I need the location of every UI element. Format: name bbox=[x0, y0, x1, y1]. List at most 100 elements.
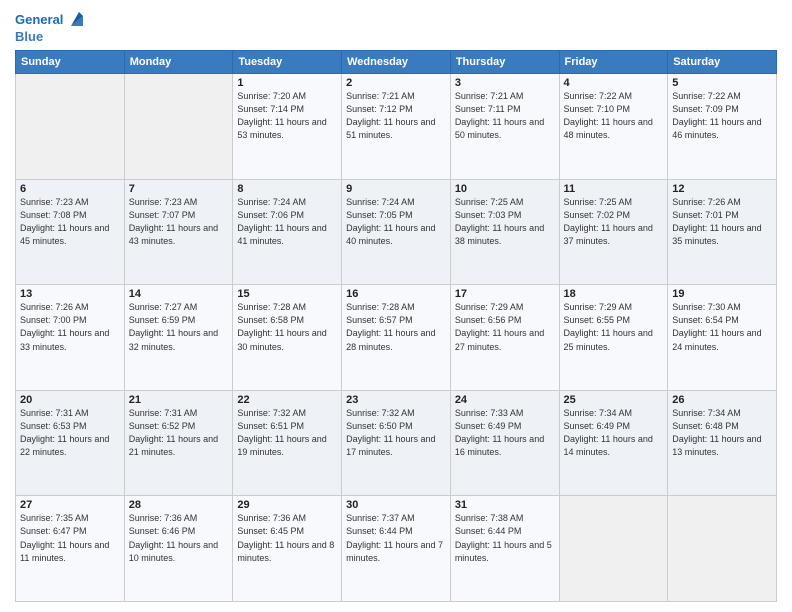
day-info: Sunrise: 7:32 AM Sunset: 6:50 PM Dayligh… bbox=[346, 407, 446, 459]
calendar-table: SundayMondayTuesdayWednesdayThursdayFrid… bbox=[15, 50, 777, 602]
day-number: 12 bbox=[672, 183, 772, 195]
week-row-3: 20Sunrise: 7:31 AM Sunset: 6:53 PM Dayli… bbox=[16, 390, 777, 496]
day-cell: 22Sunrise: 7:32 AM Sunset: 6:51 PM Dayli… bbox=[233, 390, 342, 496]
day-info: Sunrise: 7:32 AM Sunset: 6:51 PM Dayligh… bbox=[237, 407, 337, 459]
day-cell bbox=[16, 74, 125, 180]
day-number: 13 bbox=[20, 288, 120, 300]
day-info: Sunrise: 7:34 AM Sunset: 6:48 PM Dayligh… bbox=[672, 407, 772, 459]
day-header-friday: Friday bbox=[559, 51, 668, 74]
week-row-1: 6Sunrise: 7:23 AM Sunset: 7:08 PM Daylig… bbox=[16, 179, 777, 285]
day-info: Sunrise: 7:38 AM Sunset: 6:44 PM Dayligh… bbox=[455, 512, 555, 564]
day-number: 7 bbox=[129, 183, 229, 195]
day-cell: 4Sunrise: 7:22 AM Sunset: 7:10 PM Daylig… bbox=[559, 74, 668, 180]
day-number: 17 bbox=[455, 288, 555, 300]
day-number: 19 bbox=[672, 288, 772, 300]
week-row-4: 27Sunrise: 7:35 AM Sunset: 6:47 PM Dayli… bbox=[16, 496, 777, 602]
day-info: Sunrise: 7:31 AM Sunset: 6:53 PM Dayligh… bbox=[20, 407, 120, 459]
day-cell: 30Sunrise: 7:37 AM Sunset: 6:44 PM Dayli… bbox=[342, 496, 451, 602]
day-cell: 15Sunrise: 7:28 AM Sunset: 6:58 PM Dayli… bbox=[233, 285, 342, 391]
day-info: Sunrise: 7:25 AM Sunset: 7:02 PM Dayligh… bbox=[564, 196, 664, 248]
day-info: Sunrise: 7:29 AM Sunset: 6:56 PM Dayligh… bbox=[455, 301, 555, 353]
logo-icon bbox=[65, 8, 87, 30]
day-number: 1 bbox=[237, 77, 337, 89]
day-cell: 18Sunrise: 7:29 AM Sunset: 6:55 PM Dayli… bbox=[559, 285, 668, 391]
day-number: 24 bbox=[455, 394, 555, 406]
day-number: 15 bbox=[237, 288, 337, 300]
day-number: 25 bbox=[564, 394, 664, 406]
day-cell: 19Sunrise: 7:30 AM Sunset: 6:54 PM Dayli… bbox=[668, 285, 777, 391]
page: General Blue SundayMondayTuesdayWednesda… bbox=[0, 0, 792, 612]
day-number: 29 bbox=[237, 499, 337, 511]
day-cell: 27Sunrise: 7:35 AM Sunset: 6:47 PM Dayli… bbox=[16, 496, 125, 602]
week-row-2: 13Sunrise: 7:26 AM Sunset: 7:00 PM Dayli… bbox=[16, 285, 777, 391]
day-cell: 28Sunrise: 7:36 AM Sunset: 6:46 PM Dayli… bbox=[124, 496, 233, 602]
day-number: 20 bbox=[20, 394, 120, 406]
day-cell: 6Sunrise: 7:23 AM Sunset: 7:08 PM Daylig… bbox=[16, 179, 125, 285]
day-number: 26 bbox=[672, 394, 772, 406]
day-cell: 16Sunrise: 7:28 AM Sunset: 6:57 PM Dayli… bbox=[342, 285, 451, 391]
day-info: Sunrise: 7:22 AM Sunset: 7:10 PM Dayligh… bbox=[564, 90, 664, 142]
day-number: 10 bbox=[455, 183, 555, 195]
day-cell: 2Sunrise: 7:21 AM Sunset: 7:12 PM Daylig… bbox=[342, 74, 451, 180]
day-info: Sunrise: 7:31 AM Sunset: 6:52 PM Dayligh… bbox=[129, 407, 229, 459]
day-number: 9 bbox=[346, 183, 446, 195]
day-cell: 31Sunrise: 7:38 AM Sunset: 6:44 PM Dayli… bbox=[450, 496, 559, 602]
day-header-saturday: Saturday bbox=[668, 51, 777, 74]
day-info: Sunrise: 7:23 AM Sunset: 7:08 PM Dayligh… bbox=[20, 196, 120, 248]
day-number: 27 bbox=[20, 499, 120, 511]
header-row: SundayMondayTuesdayWednesdayThursdayFrid… bbox=[16, 51, 777, 74]
day-info: Sunrise: 7:28 AM Sunset: 6:57 PM Dayligh… bbox=[346, 301, 446, 353]
day-number: 4 bbox=[564, 77, 664, 89]
day-number: 14 bbox=[129, 288, 229, 300]
day-info: Sunrise: 7:35 AM Sunset: 6:47 PM Dayligh… bbox=[20, 512, 120, 564]
day-number: 21 bbox=[129, 394, 229, 406]
day-header-sunday: Sunday bbox=[16, 51, 125, 74]
day-number: 30 bbox=[346, 499, 446, 511]
day-cell: 14Sunrise: 7:27 AM Sunset: 6:59 PM Dayli… bbox=[124, 285, 233, 391]
day-cell: 29Sunrise: 7:36 AM Sunset: 6:45 PM Dayli… bbox=[233, 496, 342, 602]
day-header-monday: Monday bbox=[124, 51, 233, 74]
day-cell bbox=[668, 496, 777, 602]
day-cell bbox=[559, 496, 668, 602]
day-info: Sunrise: 7:21 AM Sunset: 7:11 PM Dayligh… bbox=[455, 90, 555, 142]
day-header-thursday: Thursday bbox=[450, 51, 559, 74]
day-cell: 13Sunrise: 7:26 AM Sunset: 7:00 PM Dayli… bbox=[16, 285, 125, 391]
day-info: Sunrise: 7:22 AM Sunset: 7:09 PM Dayligh… bbox=[672, 90, 772, 142]
day-info: Sunrise: 7:36 AM Sunset: 6:46 PM Dayligh… bbox=[129, 512, 229, 564]
day-info: Sunrise: 7:27 AM Sunset: 6:59 PM Dayligh… bbox=[129, 301, 229, 353]
day-info: Sunrise: 7:34 AM Sunset: 6:49 PM Dayligh… bbox=[564, 407, 664, 459]
day-cell: 1Sunrise: 7:20 AM Sunset: 7:14 PM Daylig… bbox=[233, 74, 342, 180]
day-number: 22 bbox=[237, 394, 337, 406]
day-number: 5 bbox=[672, 77, 772, 89]
day-info: Sunrise: 7:20 AM Sunset: 7:14 PM Dayligh… bbox=[237, 90, 337, 142]
day-number: 16 bbox=[346, 288, 446, 300]
day-cell: 12Sunrise: 7:26 AM Sunset: 7:01 PM Dayli… bbox=[668, 179, 777, 285]
day-info: Sunrise: 7:30 AM Sunset: 6:54 PM Dayligh… bbox=[672, 301, 772, 353]
day-cell: 17Sunrise: 7:29 AM Sunset: 6:56 PM Dayli… bbox=[450, 285, 559, 391]
day-number: 18 bbox=[564, 288, 664, 300]
day-info: Sunrise: 7:26 AM Sunset: 7:00 PM Dayligh… bbox=[20, 301, 120, 353]
day-cell: 3Sunrise: 7:21 AM Sunset: 7:11 PM Daylig… bbox=[450, 74, 559, 180]
day-cell: 24Sunrise: 7:33 AM Sunset: 6:49 PM Dayli… bbox=[450, 390, 559, 496]
day-info: Sunrise: 7:21 AM Sunset: 7:12 PM Dayligh… bbox=[346, 90, 446, 142]
day-cell: 21Sunrise: 7:31 AM Sunset: 6:52 PM Dayli… bbox=[124, 390, 233, 496]
header: General Blue bbox=[15, 10, 777, 44]
day-number: 8 bbox=[237, 183, 337, 195]
day-info: Sunrise: 7:24 AM Sunset: 7:06 PM Dayligh… bbox=[237, 196, 337, 248]
day-info: Sunrise: 7:29 AM Sunset: 6:55 PM Dayligh… bbox=[564, 301, 664, 353]
day-info: Sunrise: 7:23 AM Sunset: 7:07 PM Dayligh… bbox=[129, 196, 229, 248]
day-cell: 8Sunrise: 7:24 AM Sunset: 7:06 PM Daylig… bbox=[233, 179, 342, 285]
day-number: 2 bbox=[346, 77, 446, 89]
day-number: 6 bbox=[20, 183, 120, 195]
day-cell: 20Sunrise: 7:31 AM Sunset: 6:53 PM Dayli… bbox=[16, 390, 125, 496]
day-number: 28 bbox=[129, 499, 229, 511]
logo: General Blue bbox=[15, 10, 87, 44]
day-info: Sunrise: 7:25 AM Sunset: 7:03 PM Dayligh… bbox=[455, 196, 555, 248]
day-cell: 25Sunrise: 7:34 AM Sunset: 6:49 PM Dayli… bbox=[559, 390, 668, 496]
day-number: 3 bbox=[455, 77, 555, 89]
day-number: 31 bbox=[455, 499, 555, 511]
day-cell: 5Sunrise: 7:22 AM Sunset: 7:09 PM Daylig… bbox=[668, 74, 777, 180]
day-info: Sunrise: 7:26 AM Sunset: 7:01 PM Dayligh… bbox=[672, 196, 772, 248]
day-cell: 23Sunrise: 7:32 AM Sunset: 6:50 PM Dayli… bbox=[342, 390, 451, 496]
day-info: Sunrise: 7:28 AM Sunset: 6:58 PM Dayligh… bbox=[237, 301, 337, 353]
